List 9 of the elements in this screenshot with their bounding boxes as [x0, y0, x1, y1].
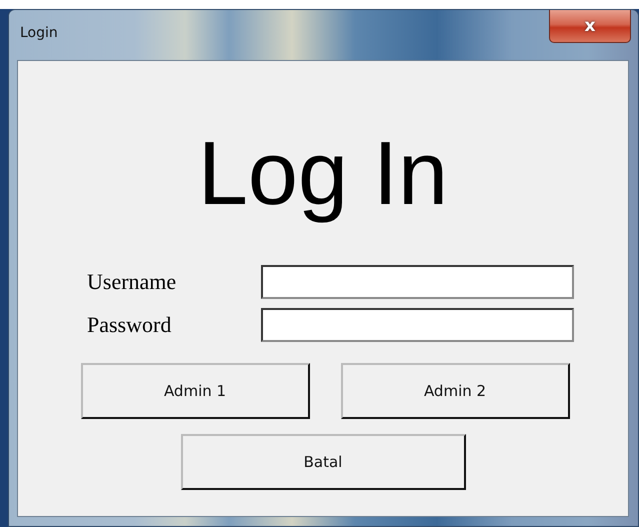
close-button[interactable]: x	[549, 10, 631, 43]
cancel-button[interactable]: Batal	[180, 434, 466, 490]
window-title: Login	[20, 25, 58, 41]
admin-button[interactable]: Admin 2	[340, 363, 570, 419]
admin-button[interactable]: Admin 1	[80, 363, 310, 419]
input-field[interactable]	[261, 265, 574, 299]
field-label: Username	[87, 269, 178, 295]
field-label: Password	[87, 312, 172, 338]
input-field[interactable]	[261, 308, 574, 342]
